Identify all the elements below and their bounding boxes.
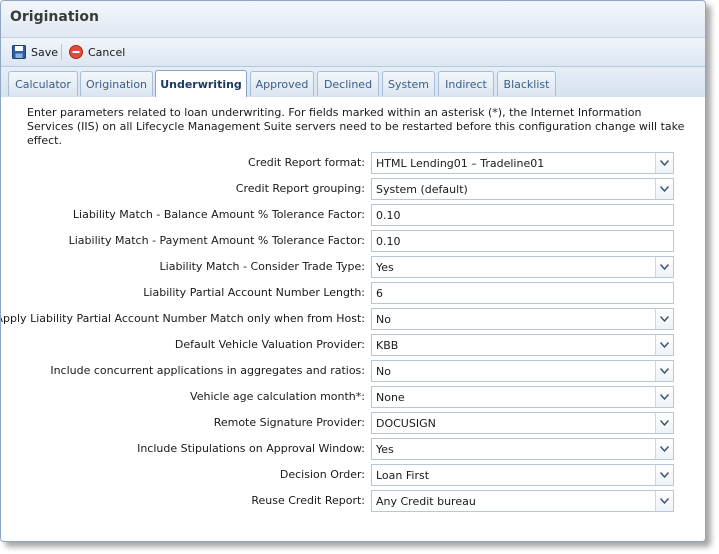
tab-label: Approved (255, 77, 309, 91)
chevron-down-icon[interactable] (655, 387, 673, 407)
field-label: Liability Match - Payment Amount % Toler… (68, 234, 365, 247)
field-value: Yes (376, 442, 394, 456)
field-value: No (376, 312, 391, 326)
dropdown-field[interactable]: Yes (371, 256, 674, 278)
field-value: No (376, 364, 391, 378)
description-text: Enter parameters related to loan underwr… (27, 106, 685, 147)
dropdown-field[interactable]: None (371, 386, 674, 408)
title-bar: Origination (1, 1, 705, 38)
tab-label: System (387, 77, 430, 91)
field-label: Apply Liability Partial Account Number M… (0, 312, 365, 325)
field-label: Credit Report grouping: (235, 182, 365, 195)
field-label: Liability Partial Account Number Length: (143, 286, 365, 299)
field-value: Loan First (376, 468, 430, 482)
tab-label: Calculator (15, 77, 71, 91)
tab-indirect[interactable]: Indirect (438, 71, 494, 96)
chevron-down-icon[interactable] (655, 491, 673, 511)
dropdown-field[interactable]: DOCUSIGN (371, 412, 674, 434)
field-label: Reuse Credit Report: (251, 494, 365, 507)
dropdown-field[interactable]: System (default) (371, 178, 674, 200)
tab-calculator[interactable]: Calculator (8, 71, 78, 96)
field-value: 6 (376, 286, 383, 300)
field-label: Vehicle age calculation month*: (190, 390, 365, 403)
field-value: 0.10 (376, 208, 401, 222)
field-value: None (376, 390, 405, 404)
dropdown-field[interactable]: No (371, 360, 674, 382)
chevron-down-icon[interactable] (655, 465, 673, 485)
cancel-icon (69, 45, 83, 59)
save-icon (12, 45, 26, 59)
tab-label: Indirect (445, 77, 487, 91)
tab-label: Origination (85, 77, 148, 91)
field-value: DOCUSIGN (376, 416, 436, 430)
toolbar: Save Cancel (1, 38, 705, 67)
chevron-down-icon[interactable] (655, 439, 673, 459)
tab-label: Declined (323, 77, 373, 91)
dropdown-field[interactable]: No (371, 308, 674, 330)
tab-underwriting[interactable]: Underwriting (155, 70, 247, 97)
cancel-button[interactable]: Cancel (69, 44, 125, 60)
chevron-down-icon[interactable] (655, 335, 673, 355)
tab-approved[interactable]: Approved (250, 71, 314, 96)
dropdown-field[interactable]: Any Credit bureau (371, 490, 674, 512)
tab-blacklist[interactable]: Blacklist (497, 71, 556, 96)
dropdown-field[interactable]: Yes (371, 438, 674, 460)
text-input-field[interactable]: 0.10 (371, 204, 674, 226)
dropdown-field[interactable]: KBB (371, 334, 674, 356)
window-title: Origination (10, 9, 99, 25)
field-label: Liability Match - Balance Amount % Toler… (72, 208, 365, 221)
field-label: Remote Signature Provider: (213, 416, 365, 429)
tab-origination[interactable]: Origination (80, 71, 153, 96)
field-label: Decision Order: (279, 468, 365, 481)
chevron-down-icon[interactable] (655, 153, 673, 173)
chevron-down-icon[interactable] (655, 361, 673, 381)
tab-system[interactable]: System (382, 71, 435, 96)
field-label: Default Vehicle Valuation Provider: (174, 338, 365, 351)
underwriting-panel: Enter parameters related to loan underwr… (1, 97, 705, 541)
field-value: 0.10 (376, 234, 401, 248)
save-label: Save (31, 45, 59, 59)
tab-declined[interactable]: Declined (317, 71, 379, 96)
field-label: Include concurrent applications in aggre… (50, 364, 365, 377)
chevron-down-icon[interactable] (655, 257, 673, 277)
cancel-label: Cancel (88, 45, 126, 59)
field-label: Include Stipulations on Approval Window: (137, 442, 365, 455)
field-value: System (default) (376, 182, 468, 196)
field-label: Credit Report format: (248, 156, 365, 169)
dropdown-field[interactable]: Loan First (371, 464, 674, 486)
dropdown-field[interactable]: HTML Lending01 – Tradeline01 (371, 152, 674, 174)
tab-label: Underwriting (160, 77, 242, 91)
origination-window: Origination Save Cancel Calculator Origi… (0, 0, 706, 542)
chevron-down-icon[interactable] (655, 413, 673, 433)
tab-label: Blacklist (503, 77, 550, 91)
chevron-down-icon[interactable] (655, 179, 673, 199)
tab-strip: Calculator Origination Underwriting Appr… (1, 67, 705, 98)
text-input-field[interactable]: 6 (371, 282, 674, 304)
field-value: HTML Lending01 – Tradeline01 (376, 156, 545, 170)
field-value: KBB (376, 338, 399, 352)
text-input-field[interactable]: 0.10 (371, 230, 674, 252)
field-label: Liability Match - Consider Trade Type: (159, 260, 365, 273)
toolbar-separator (61, 44, 62, 60)
field-value: Yes (376, 260, 394, 274)
field-value: Any Credit bureau (376, 494, 476, 508)
chevron-down-icon[interactable] (655, 309, 673, 329)
save-button[interactable]: Save (12, 44, 58, 60)
